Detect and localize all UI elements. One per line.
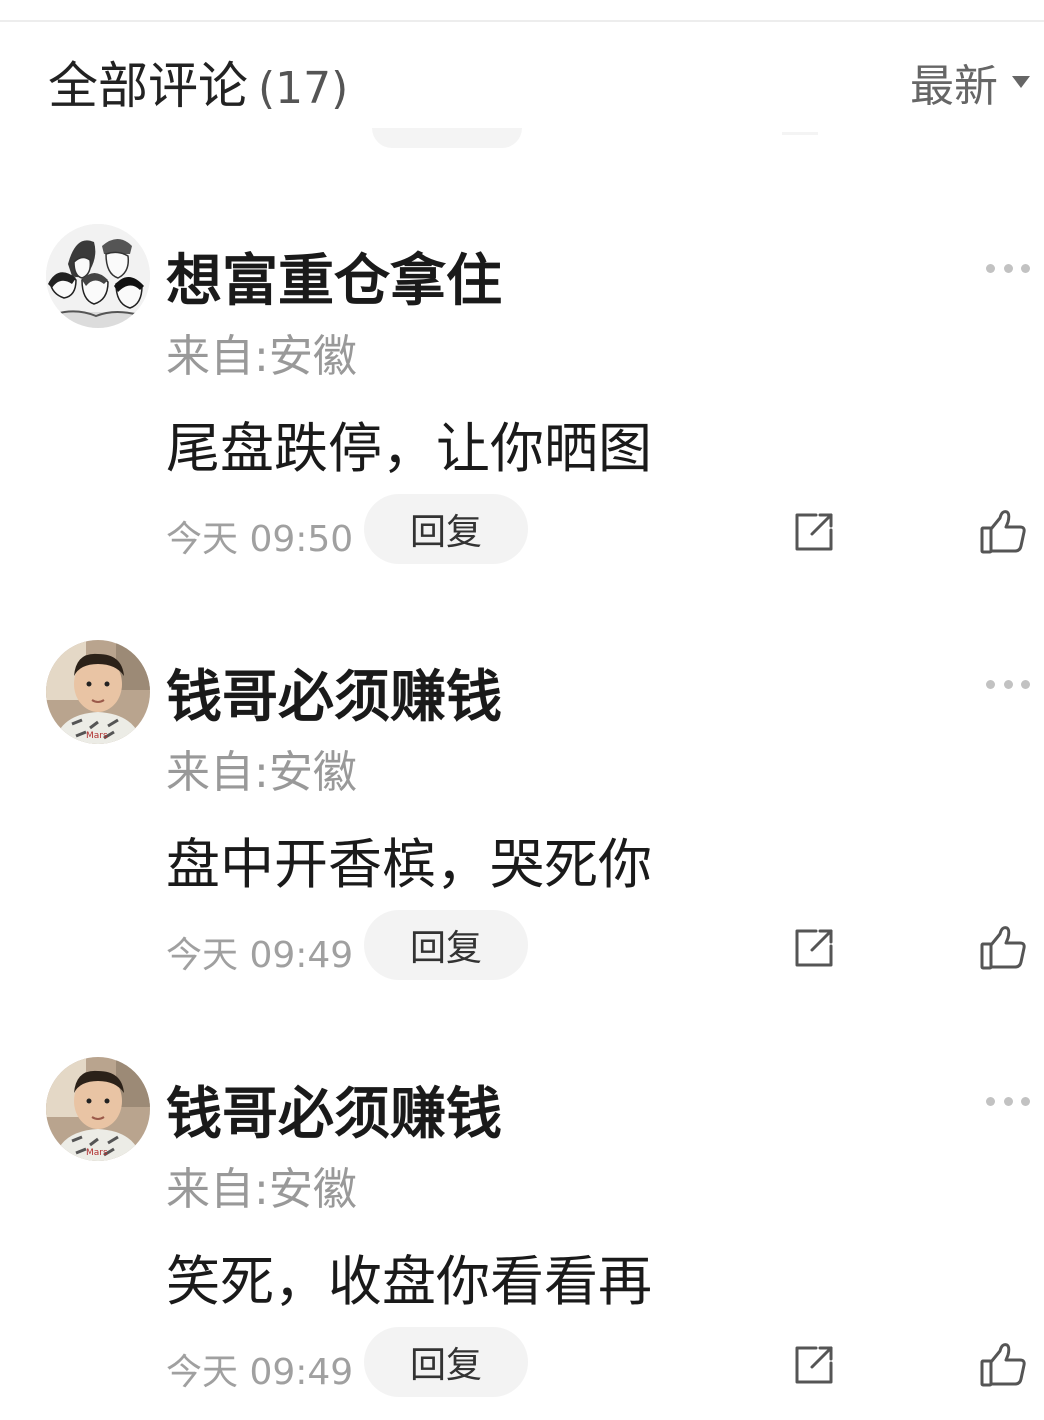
comment-text: 笑死，收盘你看看再 (166, 1250, 652, 1313)
sort-label: 最新 (910, 61, 998, 112)
avatar[interactable] (46, 224, 150, 328)
reply-button[interactable]: 回复 (364, 494, 528, 564)
avatar[interactable]: Mars (46, 640, 150, 744)
previous-share-icon-partial (782, 132, 818, 135)
avatar[interactable]: Mars (46, 1057, 150, 1161)
more-icon[interactable] (986, 258, 1030, 278)
previous-reply-button-partial (372, 128, 522, 148)
triangle-down-icon (1012, 76, 1030, 88)
reply-button[interactable]: 回复 (364, 910, 528, 980)
timestamp: 今天 09:50 (166, 519, 354, 560)
location: 来自:安徽 (166, 331, 357, 382)
comment-count: (17) (258, 63, 349, 114)
manga-group-avatar-icon (46, 224, 150, 328)
username[interactable]: 钱哥必须赚钱 (166, 652, 502, 733)
comment-text: 盘中开香槟，哭死你 (166, 833, 652, 896)
comment-text: 尾盘跌停，让你晒图 (166, 417, 652, 480)
comment-item: Mars 钱哥必须赚钱 来自:安徽 盘中开香槟，哭死你 今天 09:49 回复 (0, 640, 1044, 1000)
thumbs-up-icon[interactable] (978, 922, 1028, 972)
svg-text:Mars: Mars (86, 1148, 108, 1158)
location: 来自:安徽 (166, 747, 357, 798)
username[interactable]: 钱哥必须赚钱 (166, 1069, 502, 1150)
child-photo-avatar-icon: Mars (46, 1057, 150, 1161)
page-title: 全部评论 (48, 57, 248, 115)
child-photo-avatar-icon: Mars (46, 640, 150, 744)
share-icon[interactable] (790, 1341, 838, 1389)
timestamp: 今天 09:49 (166, 1352, 354, 1393)
location: 来自:安徽 (166, 1164, 357, 1215)
username[interactable]: 想富重仓拿住 (166, 236, 502, 317)
comment-item: 想富重仓拿住 来自:安徽 尾盘跌停，让你晒图 今天 09:50 回复 (0, 224, 1044, 584)
comment-item: Mars 钱哥必须赚钱 来自:安徽 笑死，收盘你看看再 今天 09:49 回复 (0, 1057, 1044, 1417)
timestamp: 今天 09:49 (166, 935, 354, 976)
thumbs-up-icon[interactable] (978, 506, 1028, 556)
share-icon[interactable] (790, 924, 838, 972)
top-divider (0, 20, 1044, 22)
thumbs-up-icon[interactable] (978, 1339, 1028, 1389)
reply-button[interactable]: 回复 (364, 1327, 528, 1397)
more-icon[interactable] (986, 674, 1030, 694)
svg-text:Mars: Mars (86, 731, 108, 741)
sort-dropdown[interactable]: 最新 (910, 50, 1030, 114)
more-icon[interactable] (986, 1091, 1030, 1111)
share-icon[interactable] (790, 508, 838, 556)
comments-header: 全部评论 (17) (48, 46, 348, 118)
